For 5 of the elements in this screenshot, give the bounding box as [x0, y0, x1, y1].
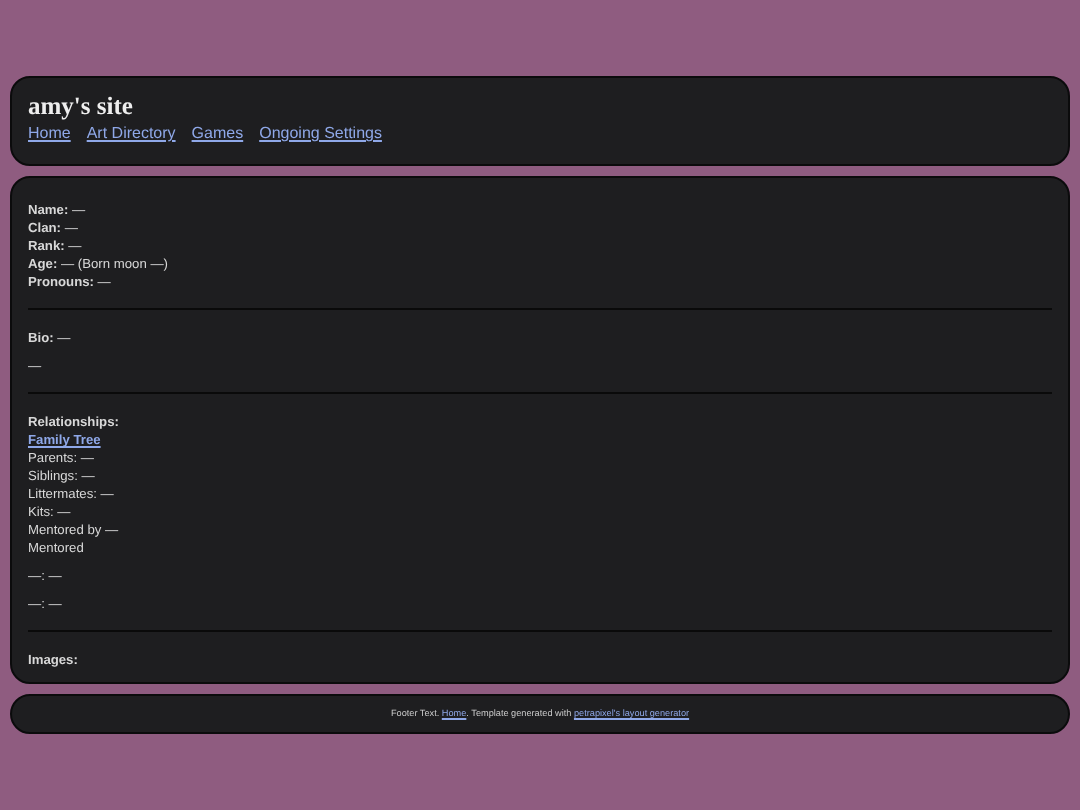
- nav-link[interactable]: Games: [191, 122, 244, 146]
- site-title: amy's site: [28, 92, 135, 122]
- nav-link[interactable]: Ongoing Settings: [259, 122, 382, 146]
- nav-link[interactable]: Art Directory: [86, 122, 176, 146]
- nav-link[interactable]: Home: [28, 122, 71, 146]
